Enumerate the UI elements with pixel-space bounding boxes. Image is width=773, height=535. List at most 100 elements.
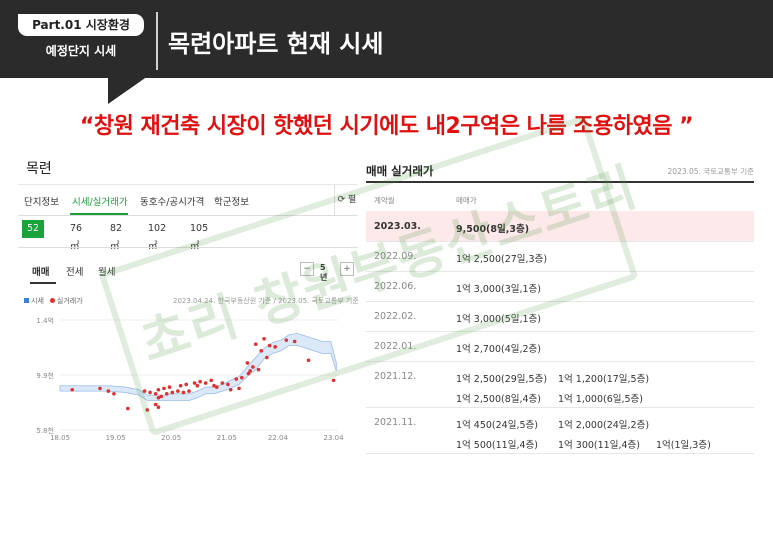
- table-row-date: 2023.03.: [374, 221, 421, 232]
- chart-legend: 시세 실거래가: [24, 296, 83, 306]
- column-header-date: 계약월: [374, 196, 395, 205]
- price-band-area: [59, 333, 337, 401]
- actual-price-point: [70, 387, 75, 392]
- table-row-price: 1억 3,000(5일,1층): [456, 314, 542, 325]
- actual-price-point: [126, 406, 130, 411]
- actual-price-source: 2023.05. 국토교통부 기준: [667, 167, 754, 176]
- table-top-rule: [366, 181, 754, 183]
- actual-price-point: [240, 375, 244, 380]
- table-row-date: 2022.06.: [374, 281, 417, 292]
- active-trade-tab-indicator: [30, 282, 56, 284]
- actual-price-point: [209, 378, 214, 383]
- table-row-price: 1억 300(11일,4층): [558, 440, 640, 451]
- actual-price-point: [195, 383, 200, 388]
- actual-price-point: [162, 386, 166, 391]
- divider: [18, 247, 358, 248]
- actual-price-point: [306, 358, 311, 363]
- tab-price[interactable]: 시세/실거래가: [72, 194, 128, 208]
- actual-price-point: [181, 390, 186, 395]
- table-row-price: 1억 450(24일,5층): [456, 420, 538, 431]
- actual-price-point: [153, 391, 158, 396]
- table-row-divider: [366, 331, 754, 332]
- actual-price-point: [148, 390, 152, 395]
- table-row-divider: [366, 301, 754, 302]
- table-row-price: 1억(1일,3층): [656, 440, 711, 451]
- active-tab-indicator: [70, 213, 128, 215]
- headline-quote: “창원 재건축 시장이 핫했던 시기에도 내2구역은 나름 조용하였음 ”: [79, 114, 694, 139]
- table-row-date: 2022.09.: [374, 251, 417, 262]
- table-row-price: 1억 3,000(3일,1층): [456, 284, 542, 295]
- table-row-price: 1억 2,700(4일,2층): [456, 344, 542, 355]
- actual-price-point: [159, 394, 163, 399]
- table-row-price: 1억 500(11일,4층): [456, 440, 538, 451]
- table-row-date: 2021.12.: [374, 371, 417, 382]
- size-option-76[interactable]: 76㎡: [70, 220, 82, 252]
- size-option-102[interactable]: 102㎡: [148, 220, 166, 252]
- period-minus-button[interactable]: −: [300, 262, 314, 276]
- complex-tabs: 단지정보 시세/실거래가 동호수/공시가격 학군정보 ⟳ 펼: [18, 184, 358, 216]
- actual-price-title: 매매 실거래가: [366, 164, 434, 178]
- tab-jeonse[interactable]: 전세: [66, 264, 83, 278]
- legend-price-swatch: [24, 298, 29, 303]
- actual-price-point: [178, 383, 183, 388]
- y-tick-label: 1.4억: [36, 317, 54, 325]
- tab-unit-price[interactable]: 동호수/공시가격: [140, 194, 204, 208]
- y-tick-label: 9.9천: [36, 371, 54, 380]
- table-row-price: 1억 2,500(27일,3층): [456, 254, 548, 265]
- x-tick-label: 23.04: [324, 434, 345, 440]
- legend-actual-label: 실거래가: [56, 297, 83, 305]
- actual-price-point: [273, 345, 277, 349]
- actual-price-point: [331, 378, 336, 383]
- actual-price-point: [259, 349, 264, 353]
- x-tick-label: 20.05: [161, 434, 181, 440]
- actual-price-point: [156, 387, 161, 392]
- actual-price-point: [234, 377, 239, 381]
- actual-price-point: [106, 389, 111, 393]
- actual-price-point: [256, 367, 261, 372]
- tab-complex-info[interactable]: 단지정보: [24, 194, 59, 208]
- table-row-divider: [366, 361, 754, 362]
- size-option-52[interactable]: 52㎡: [22, 220, 45, 252]
- header-bar: Part.01 시장환경 예정단지 시세 목련아파트 현재 시세: [0, 0, 773, 78]
- size-option-105[interactable]: 105㎡: [190, 220, 208, 252]
- header-divider: [156, 12, 158, 70]
- highlighted-row-bg: [366, 211, 754, 241]
- x-tick-label: 18.05: [50, 434, 70, 440]
- actual-price-point: [267, 343, 272, 348]
- actual-price-point: [198, 379, 202, 384]
- actual-price-point: [237, 386, 241, 391]
- size-option-82[interactable]: 82㎡: [110, 220, 122, 252]
- actual-price-point: [145, 408, 150, 412]
- table-row-divider: [366, 453, 754, 454]
- period-plus-button[interactable]: +: [340, 262, 354, 276]
- legend-actual-swatch: [49, 298, 55, 303]
- actual-price-point: [153, 402, 158, 407]
- actual-price-point: [245, 361, 250, 365]
- x-tick-label: 22.04: [268, 434, 289, 440]
- tab-school[interactable]: 학군정보: [214, 194, 249, 208]
- table-row-divider: [366, 407, 754, 408]
- actual-price-point: [112, 391, 116, 396]
- actual-price-point: [265, 355, 269, 360]
- actual-price-point: [228, 387, 233, 392]
- section-subtitle: 예정단지 시세: [45, 44, 117, 58]
- section-badge: Part.01 시장환경: [18, 14, 144, 36]
- table-row-price: 1억 1,000(6일,5층): [558, 394, 644, 405]
- period-value: 5년: [320, 263, 328, 282]
- x-tick-label: 19.05: [106, 434, 126, 440]
- actual-price-point: [253, 342, 258, 346]
- actual-price-point: [292, 339, 297, 344]
- actual-price-point: [156, 405, 161, 409]
- price-chart: 1.4억9.9천5.8천18.05 19.05 20.05 21.05 22.04 23.…: [36, 317, 345, 440]
- tab-sale[interactable]: 매매: [32, 264, 49, 278]
- actual-price-point: [251, 365, 255, 369]
- complex-name: 목련: [26, 161, 52, 177]
- actual-price-point: [142, 389, 147, 393]
- table-row-divider: [366, 271, 754, 272]
- refresh-button[interactable]: ⟳ 펼: [334, 185, 359, 215]
- actual-price-point: [184, 382, 189, 387]
- x-tick-label: 21.05: [217, 434, 237, 440]
- actual-price-point: [176, 389, 180, 393]
- tab-monthly[interactable]: 월세: [98, 264, 115, 278]
- table-row-price: 1억 2,500(29일,5층): [456, 374, 548, 385]
